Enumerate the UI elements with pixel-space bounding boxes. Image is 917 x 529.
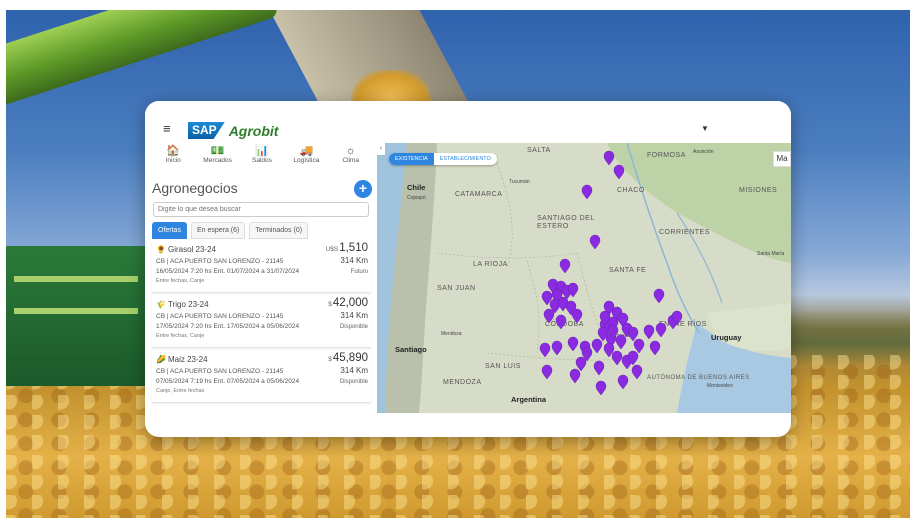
map-marker-pin[interactable] bbox=[631, 364, 643, 380]
map-marker-pin[interactable] bbox=[633, 338, 645, 354]
map-marker-pin[interactable] bbox=[575, 356, 587, 372]
background-harvester-arm bbox=[6, 10, 280, 115]
map-marker-pin[interactable] bbox=[627, 326, 639, 342]
nav-item-saldos[interactable]: 📊 Saldos bbox=[240, 145, 284, 175]
map-marker-pin[interactable] bbox=[559, 258, 571, 274]
map-marker-pin[interactable] bbox=[539, 342, 551, 358]
nav-label: Saldos bbox=[252, 157, 272, 164]
offer-conditions: Canje, Entre fechas bbox=[156, 388, 205, 394]
top-bar: ≡ SAP Agrobit ▼ bbox=[145, 101, 791, 143]
home-icon: 🏠 bbox=[166, 145, 181, 157]
offer-destination: CB | ACA PUERTO SAN LORENZO - 21145 bbox=[156, 258, 284, 265]
tab-terminados[interactable]: Terminados (0) bbox=[249, 222, 309, 239]
agrobit-logo: Agrobit bbox=[228, 122, 279, 139]
offer-dates: 16/05/2024 7:20 hs Ent. 01/07/2024 a 31/… bbox=[156, 268, 300, 275]
map-marker-pin[interactable] bbox=[617, 374, 629, 390]
map-marker-pin[interactable] bbox=[589, 234, 601, 250]
map-marker-pin[interactable] bbox=[581, 184, 593, 200]
module-nav: 🏠 Inicio 💵 Mercados 📊 Saldos 🚚 Logística… bbox=[151, 145, 373, 175]
nav-item-inicio[interactable]: 🏠 Inicio bbox=[151, 145, 195, 175]
nav-item-mercados[interactable]: 💵 Mercados bbox=[196, 145, 240, 175]
offer-distance: 314 Km bbox=[340, 366, 368, 375]
app-window: ≡ SAP Agrobit ▼ 🏠 Inicio 💵 Mercados 📊 Sa… bbox=[145, 101, 791, 437]
sap-logo: SAP bbox=[188, 122, 225, 139]
nav-item-clima[interactable]: ☼ Clima bbox=[329, 145, 373, 175]
map-pins bbox=[539, 150, 683, 396]
offer-destination: CB | ACA PUERTO SAN LORENZO - 21145 bbox=[156, 368, 284, 375]
map-marker-pin[interactable] bbox=[595, 380, 607, 396]
tab-ofertas[interactable]: Ofertas bbox=[152, 222, 187, 239]
offer-distance: 314 Km bbox=[340, 311, 368, 320]
map-marker-pin[interactable] bbox=[543, 308, 555, 324]
sunflower-icon: 🌻 bbox=[156, 245, 166, 254]
map-marker-pin[interactable] bbox=[611, 350, 623, 366]
offer-destination: CB | ACA PUERTO SAN LORENZO - 21145 bbox=[156, 313, 284, 320]
section-title: Agronegocios bbox=[152, 180, 238, 196]
offer-distance: 314 Km bbox=[340, 256, 368, 265]
map-marker-pin[interactable] bbox=[551, 340, 563, 356]
sun-icon: ☼ bbox=[345, 145, 356, 157]
offer-name: 🌽 Maiz 23-24 bbox=[156, 355, 208, 364]
map-marker-pin[interactable] bbox=[569, 368, 581, 384]
map-marker-pin[interactable] bbox=[649, 340, 661, 356]
offer-status: Disponible bbox=[339, 379, 368, 385]
offer-conditions: Entre fechas, Canje bbox=[156, 278, 205, 284]
nav-label: Inicio bbox=[165, 157, 181, 164]
map-marker-pin[interactable] bbox=[541, 364, 553, 380]
map-marker-pin[interactable] bbox=[603, 150, 615, 166]
offer-dates: 17/05/2024 7:20 hs Ent. 17/05/2024 a 05/… bbox=[156, 323, 300, 330]
offer-name: 🌾 Trigo 23-24 bbox=[156, 300, 209, 309]
map-marker-pin[interactable] bbox=[653, 288, 665, 304]
map-marker-pin[interactable] bbox=[655, 322, 667, 338]
offer-conditions: Entre fechas, Canje bbox=[156, 333, 205, 339]
map-marker-pin[interactable] bbox=[643, 324, 655, 340]
map-marker-pin[interactable] bbox=[591, 338, 603, 354]
nav-label: Mercados bbox=[203, 157, 232, 164]
nav-label: Logística bbox=[293, 157, 320, 164]
offer-name: 🌻 Girasol 23-24 bbox=[156, 245, 216, 254]
offer-price: $42,000 bbox=[328, 297, 368, 309]
offer-dates: 07/05/2024 7:19 hs Ent. 07/05/2024 a 05/… bbox=[156, 378, 300, 385]
nav-item-logistica[interactable]: 🚚 Logística bbox=[284, 145, 328, 175]
map-marker-pin[interactable] bbox=[615, 334, 627, 350]
map-marker-pin[interactable] bbox=[571, 308, 583, 324]
brand-logo[interactable]: SAP Agrobit bbox=[188, 122, 278, 139]
offer-status: Disponible bbox=[339, 324, 368, 330]
offer-status: Futuro bbox=[350, 269, 368, 275]
search-input[interactable] bbox=[153, 202, 369, 217]
offer-price: U$S1,510 bbox=[325, 242, 368, 254]
map-marker-pin[interactable] bbox=[555, 314, 567, 330]
cash-icon: 💵 bbox=[210, 145, 225, 157]
truck-icon: 🚚 bbox=[299, 145, 314, 157]
map-marker-pin[interactable] bbox=[613, 164, 625, 180]
add-button[interactable]: + bbox=[354, 180, 372, 198]
map-marker-pin[interactable] bbox=[593, 360, 605, 376]
offer-card[interactable]: 🌾 Trigo 23-24 $42,000 CB | ACA PUERTO SAN… bbox=[152, 295, 371, 348]
background-harvester-body bbox=[6, 246, 146, 386]
nav-label: Clima bbox=[342, 157, 360, 164]
offer-list: 🌻 Girasol 23-24 U$S1,510 CB | ACA PUERTO … bbox=[152, 240, 371, 405]
map-view[interactable]: ‹ EXISTENCIA ESTABLECIMIENTO Ma SALTA FO… bbox=[377, 143, 791, 413]
tab-en-espera[interactable]: En espera (6) bbox=[190, 222, 246, 239]
map-marker-pin[interactable] bbox=[567, 336, 579, 352]
left-panel: 🏠 Inicio 💵 Mercados 📊 Saldos 🚚 Logística… bbox=[151, 143, 373, 437]
bar-chart-icon: 📊 bbox=[255, 145, 269, 157]
wheat-icon: 🌾 bbox=[156, 300, 166, 309]
offer-price: $45,890 bbox=[328, 352, 368, 364]
user-menu-caret[interactable]: ▼ bbox=[693, 118, 717, 140]
menu-icon[interactable]: ≡ bbox=[163, 121, 171, 136]
offer-tabs: Ofertas En espera (6) Terminados (0) bbox=[152, 222, 309, 239]
corn-icon: 🌽 bbox=[156, 355, 166, 364]
offer-card[interactable]: 🌻 Girasol 23-24 U$S1,510 CB | ACA PUERTO … bbox=[152, 240, 371, 293]
offer-card[interactable]: 🌽 Maiz 23-24 $45,890 CB | ACA PUERTO SAN … bbox=[152, 350, 371, 403]
